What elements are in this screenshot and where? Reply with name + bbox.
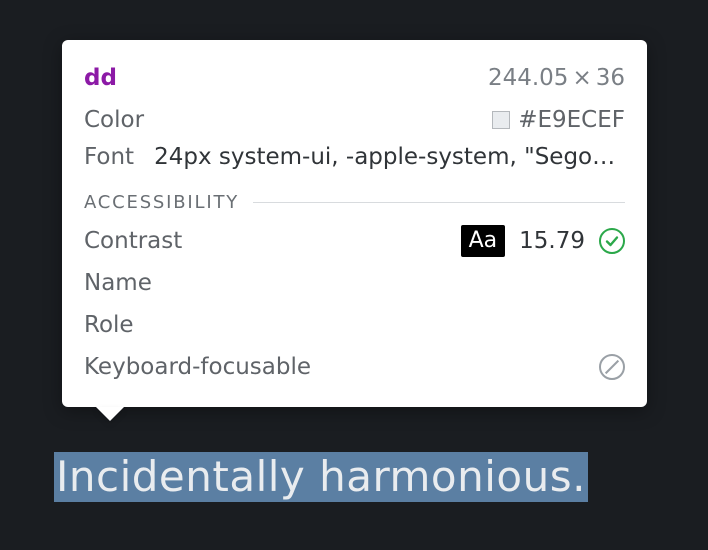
element-tag-name: dd <box>84 65 117 91</box>
accessibility-section-header: ACCESSIBILITY <box>84 192 625 213</box>
font-label: Font <box>84 144 134 170</box>
contrast-row: Contrast Aa 15.79 <box>84 221 625 261</box>
color-value: #E9ECEF <box>492 107 625 133</box>
keyboard-focusable-row: Keyboard-focusable <box>84 347 625 387</box>
tooltip-header: dd 244.05×36 <box>84 58 625 98</box>
contrast-label: Contrast <box>84 228 182 254</box>
font-value: 24px system-ui, -apple-system, "Segoe… <box>154 144 625 170</box>
role-row: Role <box>84 305 625 345</box>
multiply-icon: × <box>568 65 595 91</box>
color-swatch-icon <box>492 111 510 129</box>
contrast-ratio: 15.79 <box>519 228 585 254</box>
contrast-sample-chip: Aa <box>461 225 506 258</box>
dim-width: 244.05 <box>488 65 568 91</box>
color-label: Color <box>84 107 144 133</box>
check-circle-icon <box>599 228 625 254</box>
element-dimensions: 244.05×36 <box>488 65 625 91</box>
name-row: Name <box>84 263 625 303</box>
divider-line <box>253 202 625 203</box>
name-label: Name <box>84 270 152 296</box>
role-label: Role <box>84 312 134 338</box>
dim-height: 36 <box>596 65 625 91</box>
inspected-element-text[interactable]: Incidentally harmonious. <box>54 452 588 502</box>
keyboard-focusable-label: Keyboard-focusable <box>84 354 311 380</box>
element-inspector-tooltip: dd 244.05×36 Color #E9ECEF Font 24px sys… <box>62 40 647 407</box>
not-allowed-icon <box>599 354 625 380</box>
color-row: Color #E9ECEF <box>84 100 625 140</box>
font-row: Font 24px system-ui, -apple-system, "Seg… <box>84 144 625 170</box>
accessibility-section-label: ACCESSIBILITY <box>84 192 239 213</box>
contrast-value: Aa 15.79 <box>461 225 625 258</box>
color-hex: #E9ECEF <box>518 107 625 133</box>
